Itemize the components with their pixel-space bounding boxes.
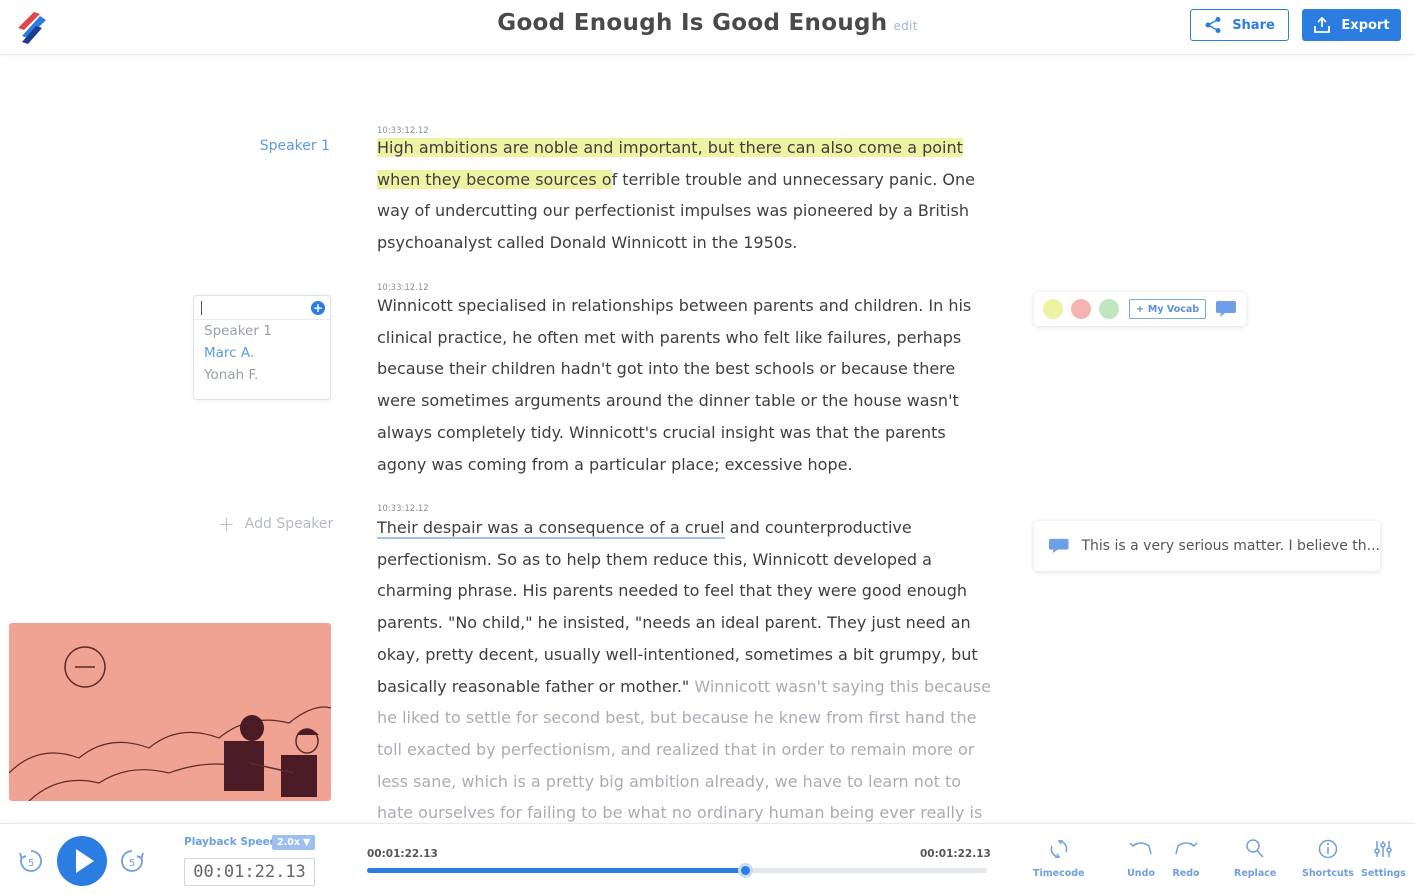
my-vocab-label: My Vocab: [1147, 303, 1200, 315]
export-button-label: Export: [1341, 17, 1390, 33]
playback-speed-label: Playback Speed: [184, 836, 278, 848]
rewind-seconds: 5: [28, 858, 34, 869]
tool-label: Replace: [1234, 868, 1277, 879]
rewind-5-icon[interactable]: 5: [17, 847, 45, 875]
video-preview[interactable]: [9, 623, 331, 801]
sliders-icon: [1374, 841, 1393, 857]
timecode-button[interactable]: Timecode: [1033, 838, 1084, 879]
undo-button[interactable]: Undo: [1127, 838, 1155, 879]
tool-label: Timecode: [1033, 868, 1085, 879]
transcript-paragraph[interactable]: Winnicott specialised in relationships b…: [377, 290, 992, 480]
chevron-down-icon: ▼: [302, 837, 311, 848]
commented-text[interactable]: Their despair was a consequence of a cru…: [377, 518, 725, 539]
top-bar: Good Enough Is Good Enough edit Share Exp…: [0, 0, 1415, 55]
forward-seconds: 5: [129, 858, 135, 869]
play-icon: [76, 849, 94, 873]
progress-track[interactable]: [367, 863, 987, 878]
speaker-option[interactable]: Yonah F.: [194, 364, 330, 386]
upload-icon: [1314, 16, 1331, 33]
highlight-color-green[interactable]: [1099, 299, 1119, 319]
undo-icon: [1129, 842, 1152, 855]
transcript-paragraph[interactable]: Their despair was a consequence of a cru…: [377, 512, 992, 829]
export-button[interactable]: Export: [1302, 9, 1401, 41]
replace-button[interactable]: Replace: [1234, 838, 1276, 879]
share-button[interactable]: Share: [1190, 9, 1289, 41]
edit-title-link[interactable]: edit: [893, 19, 917, 33]
total-time: 00:01:22.13: [920, 848, 991, 860]
current-time-input[interactable]: 00:01:22.13: [184, 858, 315, 886]
speaker-option[interactable]: Marc A.: [194, 342, 330, 364]
add-speaker-button[interactable]: + Add Speaker: [218, 512, 334, 536]
tool-label: Redo: [1172, 868, 1200, 879]
comment-icon[interactable]: [1215, 299, 1237, 319]
playback-speed-select[interactable]: 2.0x ▼: [272, 835, 316, 850]
speaker-label[interactable]: Speaker 1: [230, 138, 330, 154]
add-speaker-plus-icon[interactable]: +: [311, 301, 325, 315]
tool-label: Settings: [1361, 868, 1406, 879]
highlighted-text[interactable]: High ambitions are noble and important, …: [377, 138, 963, 157]
highlight-color-yellow[interactable]: [1043, 299, 1063, 319]
play-button[interactable]: [57, 836, 107, 886]
info-icon: [1318, 839, 1338, 859]
redo-icon: [1175, 842, 1198, 855]
video-illustration: [9, 646, 331, 801]
forward-5-icon[interactable]: 5: [118, 847, 146, 875]
plus-icon: +: [218, 512, 235, 536]
share-icon: [1205, 17, 1221, 33]
paragraph-text-unplayed[interactable]: Winnicott wasn't saying this because he …: [377, 677, 991, 823]
highlight-toolbar: + My Vocab: [1034, 292, 1246, 326]
highlighted-text[interactable]: when they become sources o: [377, 169, 612, 189]
tool-label: Shortcuts: [1302, 868, 1354, 879]
speaker-dropdown[interactable]: + Speaker 1 Marc A. Yonah F.: [193, 295, 331, 400]
paragraph-text[interactable]: and counterproductive perfectionism. So …: [377, 518, 978, 696]
add-speaker-label: Add Speaker: [244, 516, 334, 532]
document-title-text: Good Enough Is Good Enough: [497, 10, 888, 36]
shortcuts-button[interactable]: Shortcuts: [1302, 838, 1354, 879]
playback-bar: 5 5 Playback Speed 2.0x ▼ 00:01:22.13 00…: [0, 823, 1415, 895]
comment-icon: [1048, 538, 1069, 554]
highlight-color-red[interactable]: [1071, 299, 1091, 319]
comment-card[interactable]: This is a very serious matter. I believe…: [1034, 521, 1380, 571]
settings-button[interactable]: Settings: [1361, 838, 1406, 879]
progress-fill: [367, 868, 746, 873]
elapsed-time: 00:01:22.13: [367, 848, 438, 860]
paragraph-text[interactable]: Winnicott specialised in relationships b…: [377, 296, 971, 474]
progress-handle[interactable]: [738, 863, 754, 878]
my-vocab-button[interactable]: + My Vocab: [1129, 299, 1206, 319]
comment-text: This is a very serious matter. I believe…: [1081, 538, 1380, 554]
search-icon: [1246, 839, 1264, 858]
playback-speed-value: 2.0x: [277, 837, 300, 848]
speaker-name-input[interactable]: +: [194, 296, 330, 320]
timecode-icon: [1050, 840, 1068, 858]
redo-button[interactable]: Redo: [1172, 838, 1200, 879]
plus-icon: +: [1135, 303, 1144, 315]
transcript-paragraph[interactable]: High ambitions are noble and important, …: [377, 132, 992, 259]
speaker-option[interactable]: Speaker 1: [194, 320, 330, 342]
text-cursor: [201, 301, 202, 315]
share-button-label: Share: [1232, 17, 1275, 33]
tool-label: Undo: [1127, 868, 1155, 879]
